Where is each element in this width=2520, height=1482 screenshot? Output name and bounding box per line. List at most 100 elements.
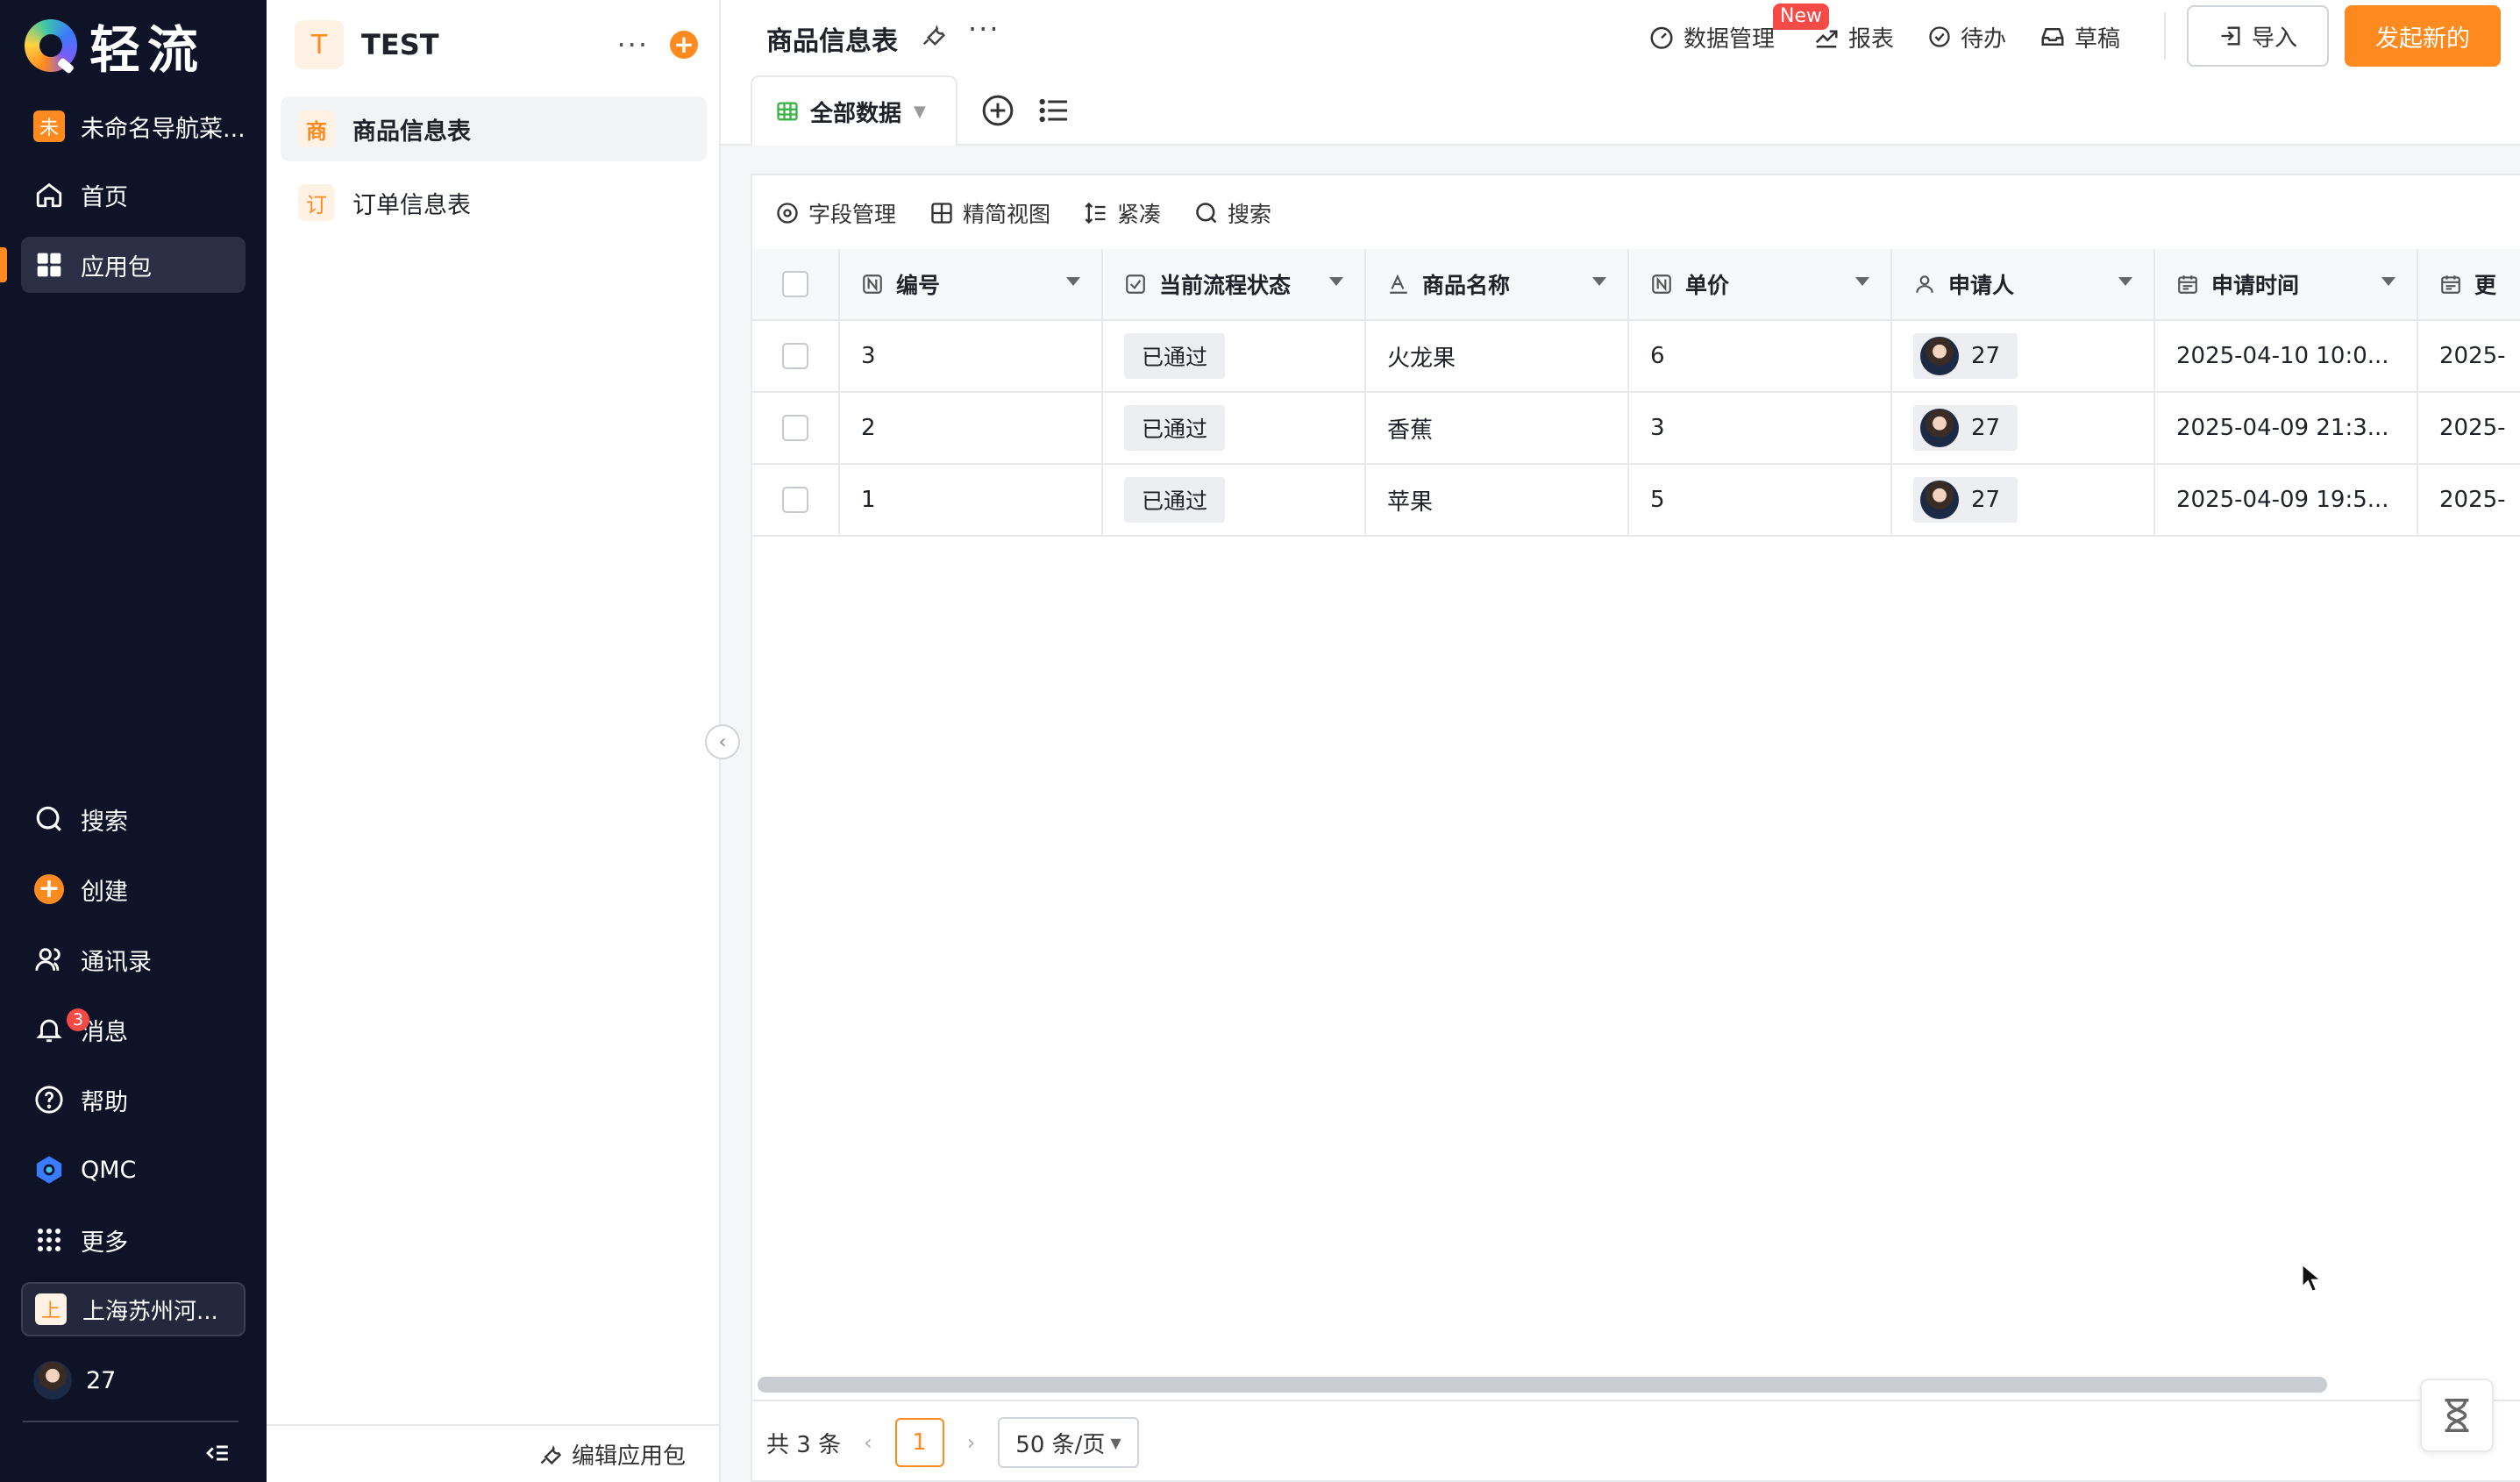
column-label: 商品名称	[1422, 273, 1511, 298]
prev-page-icon[interactable]: ‹	[864, 1430, 872, 1455]
collapse-panel-icon[interactable]: ‹	[705, 724, 740, 759]
hourglass-icon[interactable]	[2420, 1379, 2494, 1452]
grid-view-icon	[931, 203, 952, 224]
pkg-item-product-info[interactable]: 商 商品信息表	[281, 96, 707, 161]
nav-qmc[interactable]: QMC	[21, 1142, 246, 1198]
cell-applicant: 27	[1892, 465, 2155, 535]
todo-button[interactable]: 待办	[1927, 21, 2006, 53]
column-menu-icon[interactable]	[1855, 277, 1869, 286]
messages-count-badge: 3	[67, 1008, 89, 1031]
field-management-button[interactable]: 字段管理	[775, 197, 896, 229]
reports-label: 报表	[1848, 25, 1895, 53]
nav-contacts[interactable]: 通讯录	[21, 931, 246, 987]
cell-id: 1	[840, 465, 1103, 535]
nav-search[interactable]: 搜索	[21, 791, 246, 847]
cell-product-name: 苹果	[1366, 465, 1629, 535]
pagination: 共 3 条 ‹ 1 › 50 条/页 ▼	[752, 1400, 2520, 1482]
page-number-current[interactable]: 1	[894, 1418, 944, 1467]
nav-apps[interactable]: 应用包	[21, 237, 246, 293]
search-icon	[33, 803, 65, 835]
org-switcher[interactable]: 上 上海苏州河...	[21, 1282, 246, 1336]
pkg-item-label: 订单信息表	[352, 191, 471, 219]
nav-create[interactable]: + 创建	[21, 861, 246, 917]
compact-label: 紧凑	[1117, 202, 1162, 227]
table-search-button[interactable]: 搜索	[1194, 197, 1271, 229]
form-title: 商品信息表	[766, 26, 898, 57]
main-nav: 轻流 未 未命名导航菜... 首页 应用包 搜索 + 创建 通讯录 3 消息 帮…	[0, 0, 267, 1482]
column-header-update-time[interactable]: 更	[2418, 249, 2520, 319]
nav-user[interactable]: 27	[21, 1352, 246, 1408]
column-menu-icon[interactable]	[1592, 277, 1606, 286]
table-row[interactable]: 3 已通过 火龙果 6 27 2025-04-10 10:0... 2025-	[752, 321, 2520, 393]
column-menu-icon[interactable]	[1066, 277, 1080, 286]
column-header-product-name[interactable]: 商品名称	[1366, 249, 1629, 319]
pkg-item-label: 商品信息表	[352, 118, 471, 146]
user-avatar	[33, 1361, 72, 1400]
nav-home[interactable]: 首页	[21, 167, 246, 223]
next-page-icon[interactable]: ›	[967, 1430, 976, 1455]
drafts-button[interactable]: 草稿	[2039, 21, 2120, 53]
column-menu-icon[interactable]	[2381, 277, 2395, 286]
nav-help[interactable]: 帮助	[21, 1072, 246, 1128]
settings-icon	[777, 203, 798, 224]
form-badge-icon: 商	[298, 110, 335, 147]
brand[interactable]: 轻流	[25, 16, 205, 80]
package-more-icon[interactable]: ···	[616, 28, 649, 61]
row-checkbox[interactable]	[782, 415, 808, 441]
simple-view-button[interactable]: 精简视图	[929, 197, 1050, 229]
applicant-tag: 27	[1913, 405, 2018, 451]
column-header-price[interactable]: 单价	[1629, 249, 1892, 319]
row-checkbox[interactable]	[782, 487, 808, 513]
chart-line-icon	[1815, 30, 1838, 48]
nav-qmc-label: QMC	[81, 1156, 137, 1184]
column-label: 编号	[896, 273, 941, 298]
row-select-cell	[752, 465, 840, 535]
total-count: 共 3 条	[766, 1431, 842, 1458]
table-row[interactable]: 1 已通过 苹果 5 27 2025-04-09 19:5... 2025-	[752, 465, 2520, 537]
table-view-icon	[777, 102, 798, 121]
view-tab-label: 全部数据	[810, 100, 902, 127]
nav-divider	[23, 1421, 238, 1422]
pkg-item-order-info[interactable]: 订 订单信息表	[281, 170, 707, 235]
column-header-id[interactable]: 编号	[840, 249, 1103, 319]
contacts-icon	[33, 944, 65, 975]
title-more-icon[interactable]: ···	[968, 12, 1000, 46]
nav-more[interactable]: 更多	[21, 1212, 246, 1268]
org-switch-label: 上海苏州河...	[82, 1298, 218, 1325]
table-row[interactable]: 2 已通过 香蕉 3 27 2025-04-09 21:3... 2025-	[752, 393, 2520, 465]
applicant-name: 27	[1971, 415, 2001, 441]
cell-price: 5	[1629, 465, 1892, 535]
column-menu-icon[interactable]	[2118, 277, 2132, 286]
view-list-icon[interactable]	[1036, 93, 1071, 132]
start-new-button[interactable]: 发起新的	[2345, 5, 2501, 67]
page-size-select[interactable]: 50 条/页 ▼	[998, 1417, 1139, 1468]
import-button[interactable]: 导入	[2187, 5, 2329, 67]
collapse-nav-icon[interactable]	[202, 1438, 233, 1470]
add-view-icon[interactable]	[980, 93, 1015, 132]
horizontal-scrollbar[interactable]	[758, 1377, 2327, 1393]
nav-org-menu[interactable]: 未 未命名导航菜...	[21, 98, 246, 154]
form-settings-icon[interactable]	[921, 21, 947, 51]
qmc-hexagon-icon	[33, 1154, 65, 1186]
column-label: 当前流程状态	[1159, 273, 1292, 298]
data-management-button[interactable]: 数据管理	[1648, 21, 1775, 53]
view-tab-all-data[interactable]: 全部数据 ▼	[751, 75, 957, 146]
search-icon	[1196, 203, 1217, 224]
row-checkbox[interactable]	[782, 343, 808, 369]
reports-button[interactable]: 报表	[1813, 21, 1894, 53]
column-header-status[interactable]: 当前流程状态	[1103, 249, 1366, 319]
cell-id: 3	[840, 321, 1103, 391]
column-label: 单价	[1685, 273, 1730, 298]
column-header-applicant[interactable]: 申请人	[1892, 249, 2155, 319]
select-all-checkbox[interactable]	[782, 271, 808, 297]
cell-product-name: 香蕉	[1366, 393, 1629, 463]
add-form-button[interactable]: +	[670, 31, 698, 59]
column-header-apply-time[interactable]: 申请时间	[2155, 249, 2418, 319]
cell-status: 已通过	[1103, 321, 1366, 391]
nav-search-label: 搜索	[81, 808, 128, 836]
nav-messages[interactable]: 3 消息	[21, 1001, 246, 1058]
compact-button[interactable]: 紧凑	[1084, 197, 1161, 229]
edit-package-button[interactable]: 编辑应用包	[267, 1424, 719, 1482]
inbox-icon	[2041, 28, 2064, 46]
column-menu-icon[interactable]	[1329, 277, 1343, 286]
